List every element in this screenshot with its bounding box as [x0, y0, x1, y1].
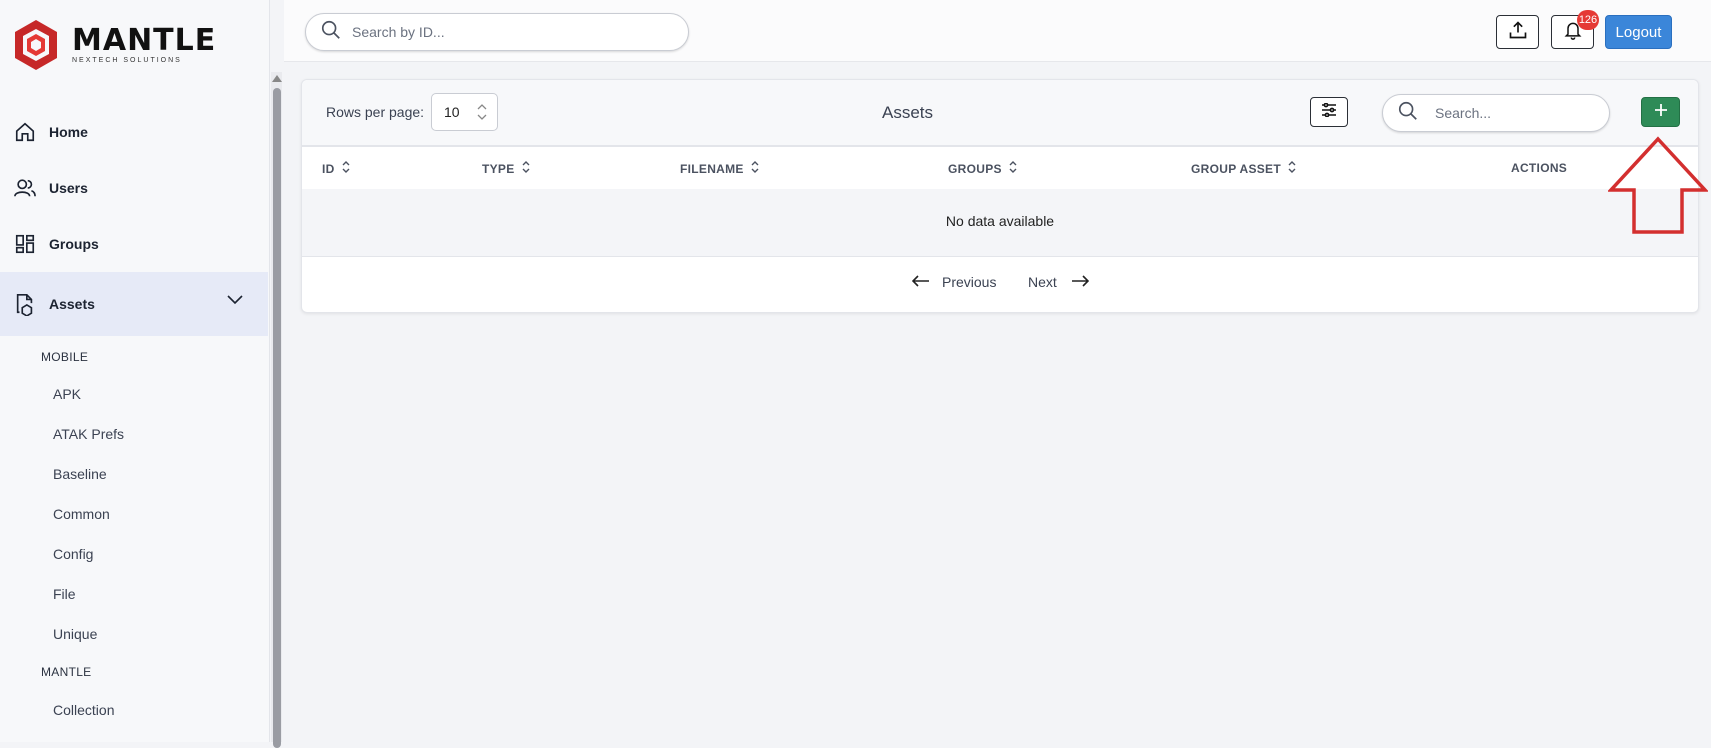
rows-per-page-label: Rows per page: [326, 104, 425, 120]
column-header-type[interactable]: TYPE [482, 161, 530, 176]
column-label: FILENAME [680, 161, 744, 176]
search-by-id-input[interactable] [352, 24, 652, 40]
top-search-box[interactable] [305, 13, 689, 51]
next-button[interactable]: Next [1028, 274, 1089, 290]
sidebar-subitem-collection[interactable]: Collection [53, 702, 114, 718]
sort-icon [1009, 161, 1017, 176]
chevron-up-down-icon [477, 103, 487, 124]
table-search-box[interactable] [1382, 94, 1610, 132]
sliders-icon [1321, 102, 1337, 122]
table-empty-row: No data available [302, 189, 1698, 257]
column-header-id[interactable]: ID [322, 161, 350, 176]
column-label: ID [322, 161, 335, 176]
sidebar-item-label: Assets [49, 296, 95, 312]
card-header: Rows per page: 10 Assets [302, 80, 1698, 147]
sort-icon [342, 161, 350, 176]
sort-icon [522, 161, 530, 176]
column-label: GROUPS [948, 161, 1002, 176]
sort-icon [751, 161, 759, 176]
section-heading-mantle: MANTLE [41, 665, 92, 679]
search-icon [1397, 100, 1419, 127]
search-icon [320, 19, 342, 46]
sidebar: MANTLE NEXTECH SOLUTIONS Home Users Grou… [0, 0, 270, 742]
sidebar-item-assets[interactable]: Assets [0, 272, 268, 336]
table-search-input[interactable] [1435, 105, 1585, 121]
table-header: ID TYPE FILENAME GROUPS GROUP ASSET ACTI… [302, 147, 1698, 189]
sidebar-item-groups[interactable]: Groups [0, 216, 268, 272]
section-heading-mobile: MOBILE [41, 350, 89, 364]
sidebar-item-home[interactable]: Home [0, 104, 268, 160]
assets-icon [13, 292, 37, 316]
sidebar-subitem-file[interactable]: File [53, 586, 76, 602]
mantle-logo-icon [15, 20, 57, 70]
next-label: Next [1028, 274, 1057, 290]
scroll-up-arrow-icon[interactable] [272, 75, 282, 82]
arrow-left-icon [911, 274, 930, 290]
annotation-arrow-up-icon [1607, 136, 1709, 239]
column-header-filename[interactable]: FILENAME [680, 161, 759, 176]
filter-button[interactable] [1310, 97, 1348, 127]
notification-badge: 126 [1577, 10, 1599, 30]
logout-button[interactable]: Logout [1605, 15, 1672, 49]
sidebar-subitem-baseline[interactable]: Baseline [53, 466, 107, 482]
rows-per-page-value: 10 [444, 104, 460, 120]
sidebar-subitem-atak-prefs[interactable]: ATAK Prefs [53, 426, 124, 442]
sidebar-subitem-unique[interactable]: Unique [53, 626, 97, 642]
sidebar-scroll-thumb[interactable] [273, 88, 281, 748]
sidebar-item-label: Home [49, 124, 88, 140]
pagination: Previous Next [302, 267, 1698, 297]
brand-name: MANTLE [72, 23, 217, 58]
plus-icon [1654, 103, 1668, 122]
sidebar-subitem-common[interactable]: Common [53, 506, 110, 522]
groups-icon [13, 232, 37, 256]
sidebar-item-label: Groups [49, 236, 99, 252]
column-header-groups[interactable]: GROUPS [948, 161, 1017, 176]
users-icon [13, 176, 37, 200]
chevron-down-icon[interactable] [227, 292, 243, 308]
column-label: ACTIONS [1511, 161, 1568, 175]
column-header-group-asset[interactable]: GROUP ASSET [1191, 161, 1296, 176]
card-title: Assets [882, 103, 934, 122]
previous-button[interactable]: Previous [911, 274, 997, 290]
previous-label: Previous [942, 274, 997, 290]
sidebar-subitem-apk[interactable]: APK [53, 386, 81, 402]
rows-per-page-select[interactable]: 10 [431, 93, 498, 131]
home-icon [13, 120, 37, 144]
upload-button[interactable] [1496, 15, 1539, 49]
arrow-right-icon [1071, 274, 1089, 290]
sort-icon [1288, 161, 1296, 176]
empty-message: No data available [945, 213, 1055, 229]
sidebar-item-label: Users [49, 180, 88, 196]
sidebar-item-users[interactable]: Users [0, 160, 268, 216]
column-label: TYPE [482, 161, 515, 176]
brand-logo[interactable]: MANTLE NEXTECH SOLUTIONS [12, 18, 216, 72]
add-asset-button[interactable] [1641, 97, 1680, 127]
column-header-actions: ACTIONS [1511, 161, 1567, 175]
column-label: GROUP ASSET [1191, 161, 1281, 176]
brand-tagline: NEXTECH SOLUTIONS [72, 57, 182, 64]
sidebar-subitem-config[interactable]: Config [53, 546, 93, 562]
assets-card: Rows per page: 10 Assets ID [301, 79, 1699, 313]
upload-icon [1508, 20, 1528, 45]
